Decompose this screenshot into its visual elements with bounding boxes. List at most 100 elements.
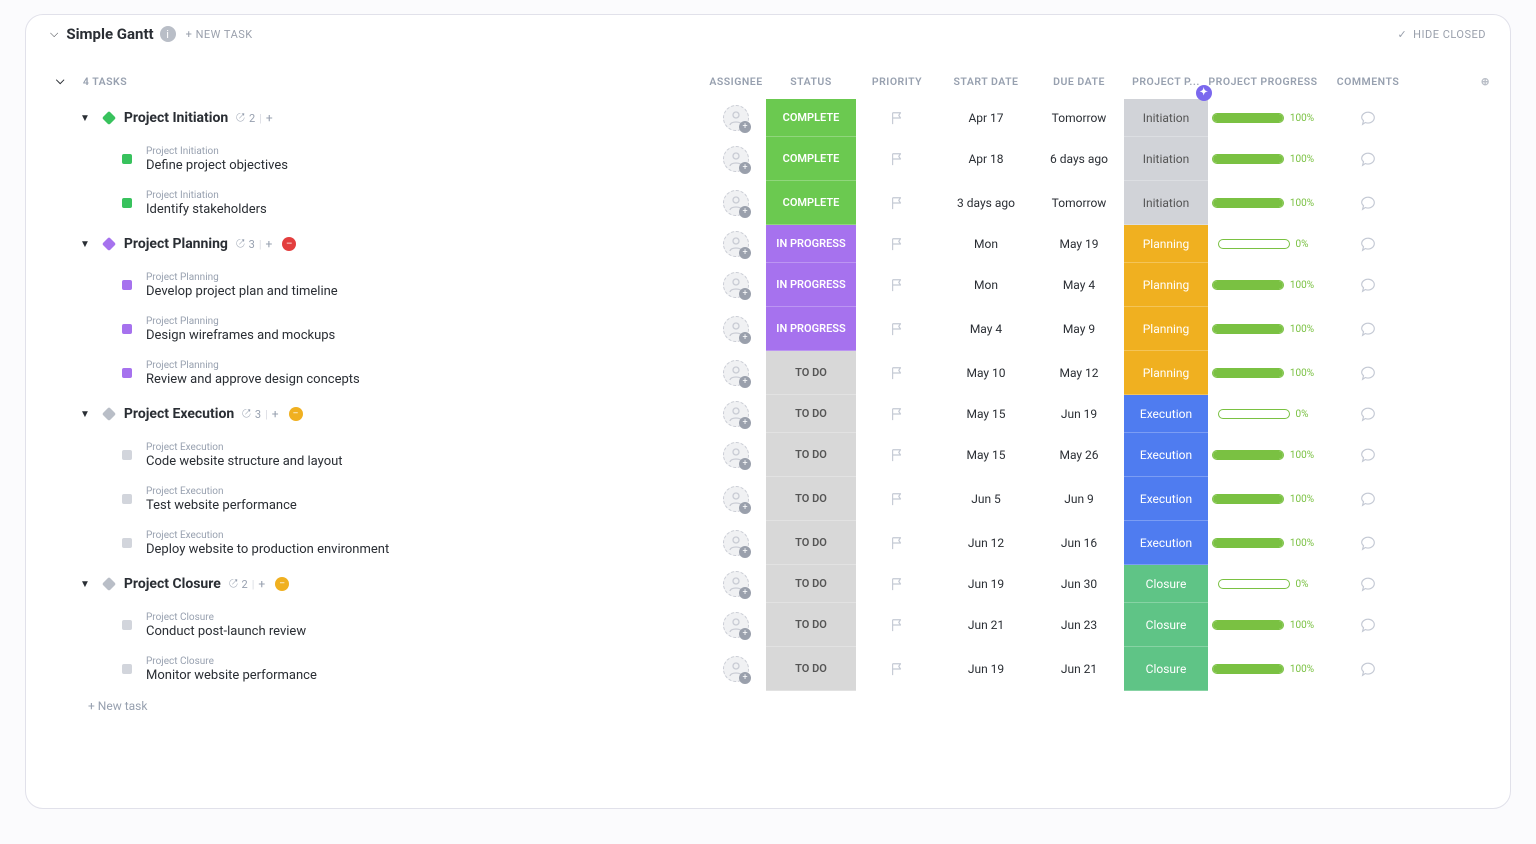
avatar-placeholder-icon[interactable] <box>723 360 749 386</box>
status-cell[interactable]: COMPLETE <box>766 137 856 181</box>
comments-cell[interactable] <box>1318 276 1418 294</box>
status-cell[interactable]: COMPLETE <box>766 181 856 225</box>
status-cell[interactable]: IN PROGRESS <box>766 307 856 351</box>
phase-cell[interactable]: Closure <box>1124 565 1208 603</box>
task-row[interactable]: Project Initiation Identify stakeholders… <box>26 181 1510 225</box>
start-date-cell[interactable]: Mon <box>938 278 1034 292</box>
status-cell[interactable]: TO DO <box>766 433 856 477</box>
start-date-cell[interactable]: May 15 <box>938 448 1034 462</box>
progress-cell[interactable]: 100% <box>1208 280 1318 291</box>
avatar-placeholder-icon[interactable] <box>723 105 749 131</box>
assignee-cell[interactable] <box>706 272 766 298</box>
due-date-cell[interactable]: May 19 <box>1034 237 1124 251</box>
info-icon[interactable]: i <box>160 26 176 42</box>
phase-cell[interactable]: Execution <box>1124 477 1208 521</box>
due-date-cell[interactable]: Tomorrow <box>1034 111 1124 125</box>
task-name[interactable]: Deploy website to production environment <box>146 542 389 557</box>
priority-cell[interactable] <box>856 618 938 632</box>
avatar-placeholder-icon[interactable] <box>723 190 749 216</box>
chevron-down-icon[interactable]: ▼ <box>80 239 90 250</box>
phase-cell[interactable]: Initiation <box>1124 181 1208 225</box>
avatar-placeholder-icon[interactable] <box>723 442 749 468</box>
progress-cell[interactable]: 100% <box>1208 154 1318 165</box>
expand-all-icon[interactable]: ⌵ <box>56 74 65 88</box>
progress-cell[interactable]: 0% <box>1208 409 1318 420</box>
priority-cell[interactable] <box>856 196 938 210</box>
avatar-placeholder-icon[interactable] <box>723 231 749 257</box>
phase-cell[interactable]: Closure <box>1124 647 1208 691</box>
blocked-icon[interactable]: – <box>282 237 296 251</box>
comments-cell[interactable] <box>1318 405 1418 423</box>
task-name[interactable]: Review and approve design concepts <box>146 372 360 387</box>
group-row[interactable]: ▼ Project Initiation ⎋ 2 | + COMPLETE Ap… <box>26 99 1510 137</box>
group-name[interactable]: Project Execution <box>124 406 234 422</box>
status-cell[interactable]: TO DO <box>766 647 856 691</box>
status-cell[interactable]: TO DO <box>766 603 856 647</box>
progress-cell[interactable]: 100% <box>1208 620 1318 631</box>
start-date-cell[interactable]: Jun 19 <box>938 662 1034 676</box>
assignee-cell[interactable] <box>706 105 766 131</box>
phase-cell[interactable]: Planning <box>1124 351 1208 395</box>
ai-icon[interactable]: ✦ <box>1196 85 1212 101</box>
due-date-cell[interactable]: May 12 <box>1034 366 1124 380</box>
task-row[interactable]: Project Execution Deploy website to prod… <box>26 521 1510 565</box>
phase-cell[interactable]: Initiation <box>1124 137 1208 181</box>
phase-cell[interactable]: Planning <box>1124 307 1208 351</box>
comments-cell[interactable] <box>1318 194 1418 212</box>
phase-cell[interactable]: Execution <box>1124 395 1208 433</box>
group-name[interactable]: Project Planning <box>124 236 228 252</box>
add-subtask-button[interactable]: + <box>266 111 273 125</box>
due-date-cell[interactable]: Jun 21 <box>1034 662 1124 676</box>
assignee-cell[interactable] <box>706 401 766 427</box>
priority-cell[interactable] <box>856 407 938 421</box>
progress-cell[interactable]: 0% <box>1208 579 1318 590</box>
task-name[interactable]: Test website performance <box>146 498 297 513</box>
task-name[interactable]: Identify stakeholders <box>146 202 267 217</box>
priority-cell[interactable] <box>856 492 938 506</box>
priority-cell[interactable] <box>856 536 938 550</box>
assignee-cell[interactable] <box>706 146 766 172</box>
task-name[interactable]: Develop project plan and timeline <box>146 284 338 299</box>
warning-icon[interactable]: – <box>275 577 289 591</box>
assignee-cell[interactable] <box>706 442 766 468</box>
add-subtask-button[interactable]: + <box>272 407 279 421</box>
assignee-cell[interactable] <box>706 231 766 257</box>
task-row[interactable]: Project Planning Develop project plan an… <box>26 263 1510 307</box>
comments-cell[interactable] <box>1318 575 1418 593</box>
priority-cell[interactable] <box>856 448 938 462</box>
progress-cell[interactable]: 100% <box>1208 368 1318 379</box>
task-name[interactable]: Conduct post-launch review <box>146 624 306 639</box>
group-row[interactable]: ▼ Project Closure ⎋ 2 | + – TO DO Jun 19… <box>26 565 1510 603</box>
add-subtask-button[interactable]: + <box>258 577 265 591</box>
start-date-cell[interactable]: 3 days ago <box>938 196 1034 210</box>
avatar-placeholder-icon[interactable] <box>723 612 749 638</box>
progress-cell[interactable]: 100% <box>1208 538 1318 549</box>
assignee-cell[interactable] <box>706 486 766 512</box>
status-cell[interactable]: TO DO <box>766 351 856 395</box>
comments-cell[interactable] <box>1318 364 1418 382</box>
assignee-cell[interactable] <box>706 190 766 216</box>
status-cell[interactable]: IN PROGRESS <box>766 263 856 307</box>
progress-cell[interactable]: 100% <box>1208 664 1318 675</box>
task-name[interactable]: Code website structure and layout <box>146 454 343 469</box>
priority-cell[interactable] <box>856 278 938 292</box>
col-phase[interactable]: PROJECT P... ✦ <box>1124 75 1208 88</box>
comments-cell[interactable] <box>1318 109 1418 127</box>
priority-cell[interactable] <box>856 237 938 251</box>
comments-cell[interactable] <box>1318 320 1418 338</box>
status-cell[interactable]: COMPLETE <box>766 99 856 137</box>
avatar-placeholder-icon[interactable] <box>723 530 749 556</box>
avatar-placeholder-icon[interactable] <box>723 316 749 342</box>
phase-cell[interactable]: Planning <box>1124 225 1208 263</box>
warning-icon[interactable]: – <box>289 407 303 421</box>
chevron-down-icon[interactable]: ▼ <box>80 113 90 124</box>
add-subtask-button[interactable]: + <box>266 237 273 251</box>
priority-cell[interactable] <box>856 322 938 336</box>
priority-cell[interactable] <box>856 662 938 676</box>
phase-cell[interactable]: Closure <box>1124 603 1208 647</box>
progress-cell[interactable]: 100% <box>1208 198 1318 209</box>
col-status[interactable]: STATUS <box>766 75 856 88</box>
new-task-button[interactable]: + NEW TASK <box>186 28 253 41</box>
comments-cell[interactable] <box>1318 150 1418 168</box>
status-cell[interactable]: TO DO <box>766 477 856 521</box>
